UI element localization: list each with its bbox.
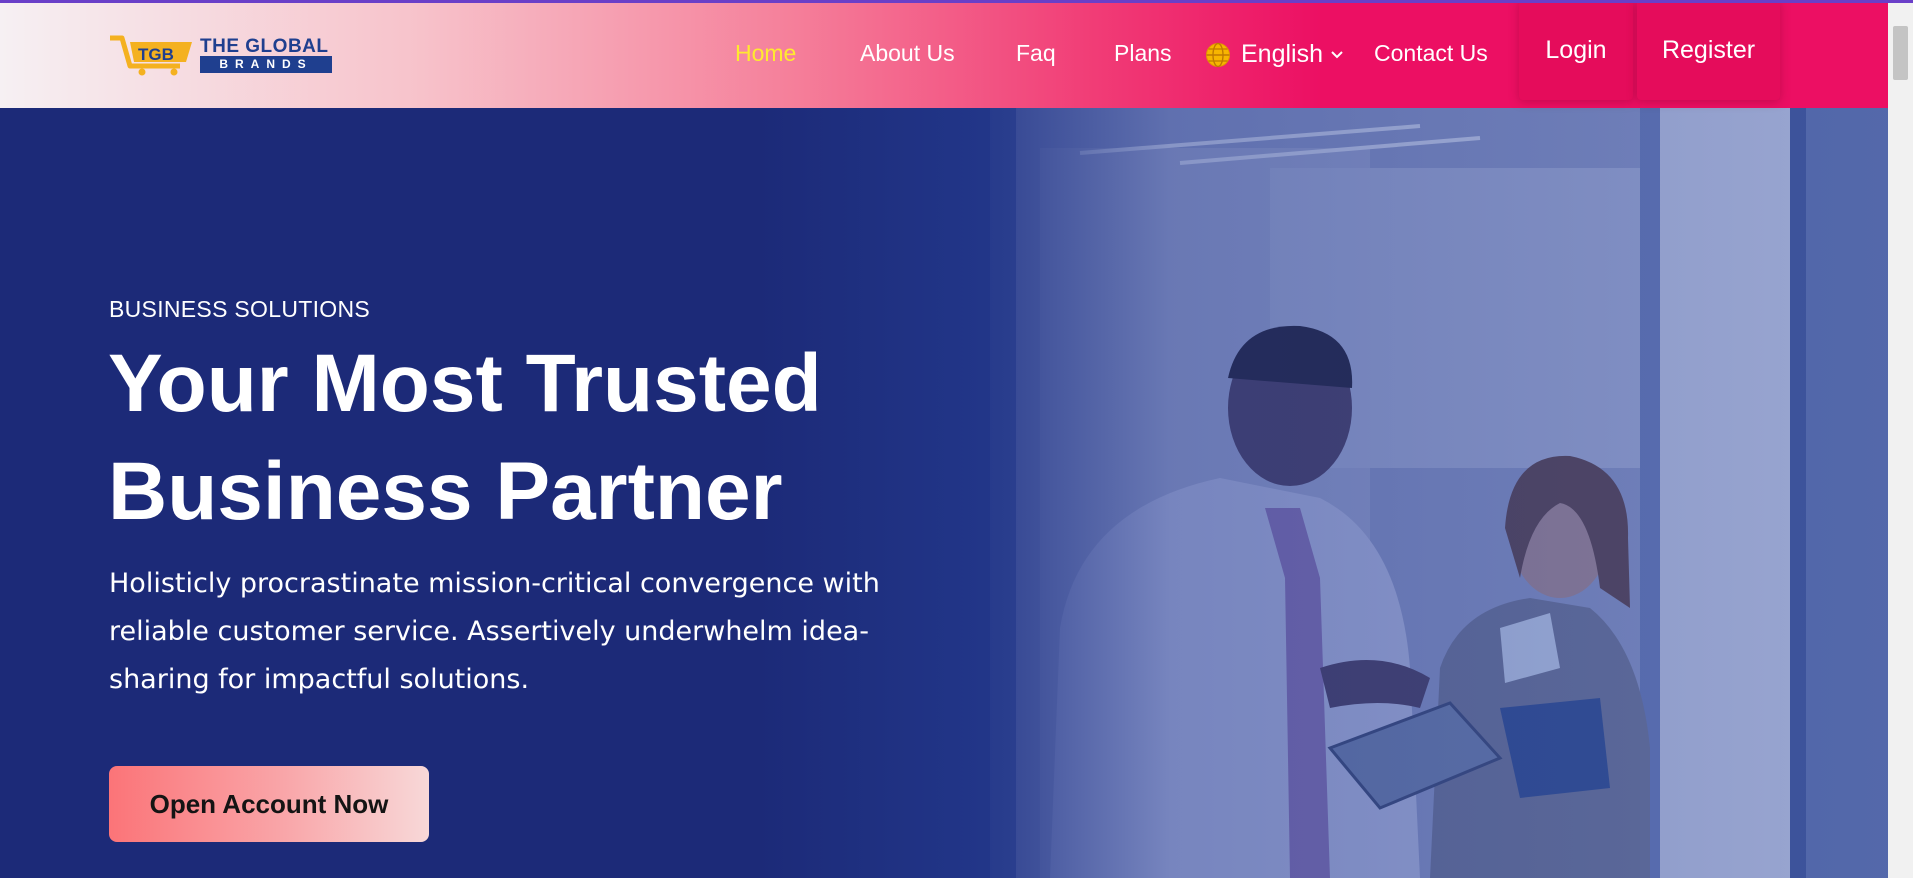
hero-eyebrow: BUSINESS SOLUTIONS [109,296,371,322]
open-account-button[interactable]: Open Account Now [109,766,429,842]
nav-faq[interactable]: Faq [1016,40,1056,67]
globe-icon [1206,42,1230,67]
scrollbar-thumb[interactable] [1893,26,1908,80]
hero-section: BUSINESS SOLUTIONS Your Most Trusted Bus… [0,108,1888,878]
nav-plans[interactable]: Plans [1114,40,1172,67]
language-selector[interactable]: English [1205,40,1345,69]
headline-line-1: Your Most Trusted [108,338,822,429]
hero-headline: Your Most Trusted Business Partner [108,330,988,546]
headline-line-2: Business Partner [108,446,783,537]
page-scrollbar[interactable] [1888,0,1913,878]
hero-lead-text: Holisticly procrastinate mission-critica… [109,568,880,695]
nav-about-us[interactable]: About Us [860,40,955,67]
site-header: TGB THE GLOBAL BRANDS Home About Us Faq … [0,0,1888,108]
top-accent-line [0,0,1913,3]
main-nav: Home About Us Faq Plans English Contact … [0,0,1888,108]
language-label: English [1241,40,1323,68]
register-button[interactable]: Register [1637,0,1780,100]
nav-home[interactable]: Home [735,40,796,67]
login-button[interactable]: Login [1519,0,1633,100]
chevron-down-icon [1331,50,1343,58]
nav-contact-us[interactable]: Contact Us [1374,40,1488,67]
